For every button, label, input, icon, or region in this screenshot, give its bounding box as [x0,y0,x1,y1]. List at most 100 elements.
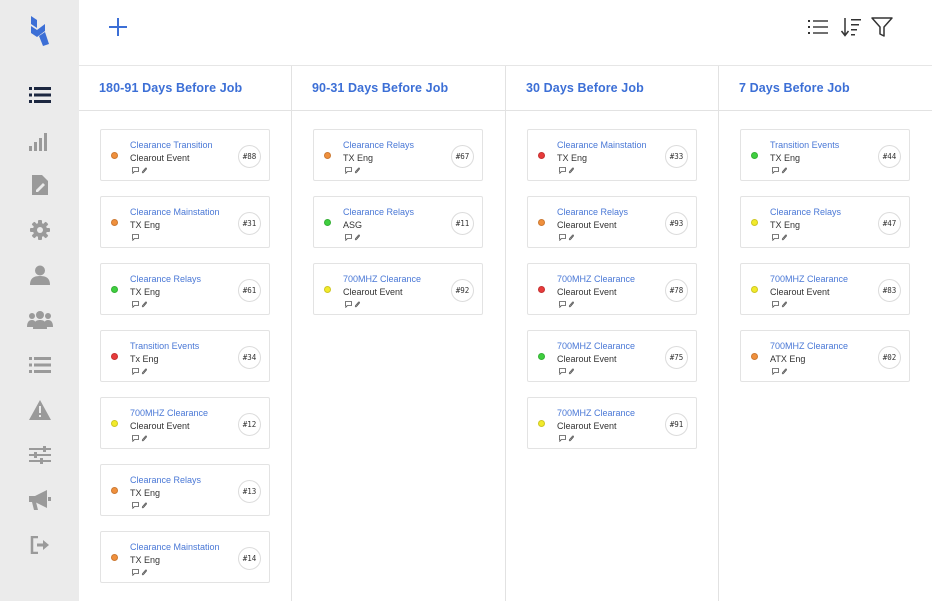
list-view-button[interactable] [807,16,829,38]
sort-button[interactable] [840,16,862,38]
task-card[interactable]: Clearance Relays Clearout Event #93 [527,196,697,248]
card-title[interactable]: 700MHZ Clearance [130,408,208,418]
nav-item-reports[interactable] [27,129,53,153]
task-card[interactable]: Clearance Mainstation TX Eng #31 [100,196,270,248]
card-subtitle: TX Eng [557,153,588,163]
card-subtitle: TX Eng [130,555,161,565]
task-card[interactable]: 700MHZ Clearance Clearout Event #78 [527,263,697,315]
card-title[interactable]: 700MHZ Clearance [770,341,848,351]
card-title[interactable]: Transition Events [770,140,839,150]
card-meta-icons [559,167,575,174]
card-title[interactable]: Clearance Relays [130,274,201,284]
add-card-button[interactable] [107,16,129,38]
list-view-icon [29,357,51,373]
list-icon [29,87,51,103]
status-indicator [324,152,331,159]
card-meta-icons [132,167,148,174]
comment-icon [559,435,566,442]
task-card[interactable]: Clearance Mainstation TX Eng #14 [100,531,270,583]
column-cards: Clearance Transition Clearout Event #88 Cle… [79,111,291,583]
status-indicator [111,353,118,360]
card-subtitle: Clearout Event [557,354,617,364]
task-card[interactable]: 700MHZ Clearance Clearout Event #83 [740,263,910,315]
nav-item-logout[interactable] [27,533,53,557]
bar-chart-icon [29,133,47,151]
list-icon [808,20,828,34]
comment-icon [132,569,139,576]
filter-button[interactable] [871,16,893,38]
comment-icon [345,301,352,308]
card-number-badge: #83 [878,279,901,302]
card-number-badge: #47 [878,212,901,235]
task-card[interactable]: 700MHZ Clearance Clearout Event #91 [527,397,697,449]
nav-item-announcements[interactable] [27,488,53,512]
card-title[interactable]: Clearance Transition [130,140,213,150]
comment-icon [132,368,139,375]
card-title[interactable]: Clearance Relays [343,140,414,150]
nav-item-tasks[interactable] [27,353,53,377]
status-indicator [111,420,118,427]
nav-item-profile[interactable] [27,263,53,287]
task-card[interactable]: Clearance Mainstation TX Eng #33 [527,129,697,181]
task-card[interactable]: Clearance Relays TX Eng #47 [740,196,910,248]
task-card[interactable]: Clearance Relays ASG #11 [313,196,483,248]
sliders-icon [29,446,51,464]
nav-item-filters[interactable] [27,443,53,467]
status-indicator [538,286,545,293]
nav-item-settings[interactable] [27,218,53,242]
card-title[interactable]: 700MHZ Clearance [557,408,635,418]
column-header: 180-91 Days Before Job [79,66,291,111]
task-card[interactable]: Clearance Relays TX Eng #67 [313,129,483,181]
card-title[interactable]: 700MHZ Clearance [557,341,635,351]
card-title[interactable]: 700MHZ Clearance [343,274,421,284]
task-card[interactable]: Transition Events Tx Eng #34 [100,330,270,382]
task-card[interactable]: 700MHZ Clearance ATX Eng #02 [740,330,910,382]
paperclip-icon [354,234,360,241]
nav-item-list[interactable] [27,83,53,107]
task-card[interactable]: 700MHZ Clearance Clearout Event #92 [313,263,483,315]
card-title[interactable]: Clearance Mainstation [130,207,220,217]
card-title[interactable]: Clearance Relays [343,207,414,217]
card-title[interactable]: Clearance Relays [130,475,201,485]
paperclip-icon [568,435,574,442]
card-meta-icons [132,234,139,241]
status-indicator [538,420,545,427]
card-title[interactable]: Clearance Relays [557,207,628,217]
card-meta-icons [345,301,361,308]
task-card[interactable]: Transition Events TX Eng #44 [740,129,910,181]
app-logo[interactable] [28,14,52,48]
card-title[interactable]: Transition Events [130,341,199,351]
task-card[interactable]: 700MHZ Clearance Clearout Event #75 [527,330,697,382]
card-title[interactable]: Clearance Mainstation [557,140,647,150]
card-title[interactable]: Clearance Mainstation [130,542,220,552]
card-subtitle: TX Eng [343,153,374,163]
nav-item-alerts[interactable] [27,398,53,422]
status-indicator [111,554,118,561]
paperclip-icon [141,502,147,509]
comment-icon [772,167,779,174]
card-number-badge: #88 [238,145,261,168]
task-card[interactable]: Clearance Relays TX Eng #13 [100,464,270,516]
status-indicator [751,152,758,159]
task-card[interactable]: 700MHZ Clearance Clearout Event #12 [100,397,270,449]
task-card[interactable]: Clearance Transition Clearout Event #88 [100,129,270,181]
column-title: 30 Days Before Job [526,81,644,95]
task-card[interactable]: Clearance Relays TX Eng #61 [100,263,270,315]
card-subtitle: Clearout Event [557,421,617,431]
comment-icon [345,167,352,174]
card-title[interactable]: Clearance Relays [770,207,841,217]
nav-item-documents[interactable] [27,173,53,197]
column-header: 7 Days Before Job [719,66,932,111]
status-indicator [751,286,758,293]
users-group-icon [27,311,53,329]
card-title[interactable]: 700MHZ Clearance [770,274,848,284]
column-title: 90-31 Days Before Job [312,81,449,95]
nav-item-team[interactable] [27,308,53,332]
column-title: 7 Days Before Job [739,81,850,95]
card-title[interactable]: 700MHZ Clearance [557,274,635,284]
paperclip-icon [354,301,360,308]
status-indicator [111,487,118,494]
card-subtitle: TX Eng [770,220,801,230]
card-number-badge: #93 [665,212,688,235]
card-subtitle: TX Eng [130,287,161,297]
